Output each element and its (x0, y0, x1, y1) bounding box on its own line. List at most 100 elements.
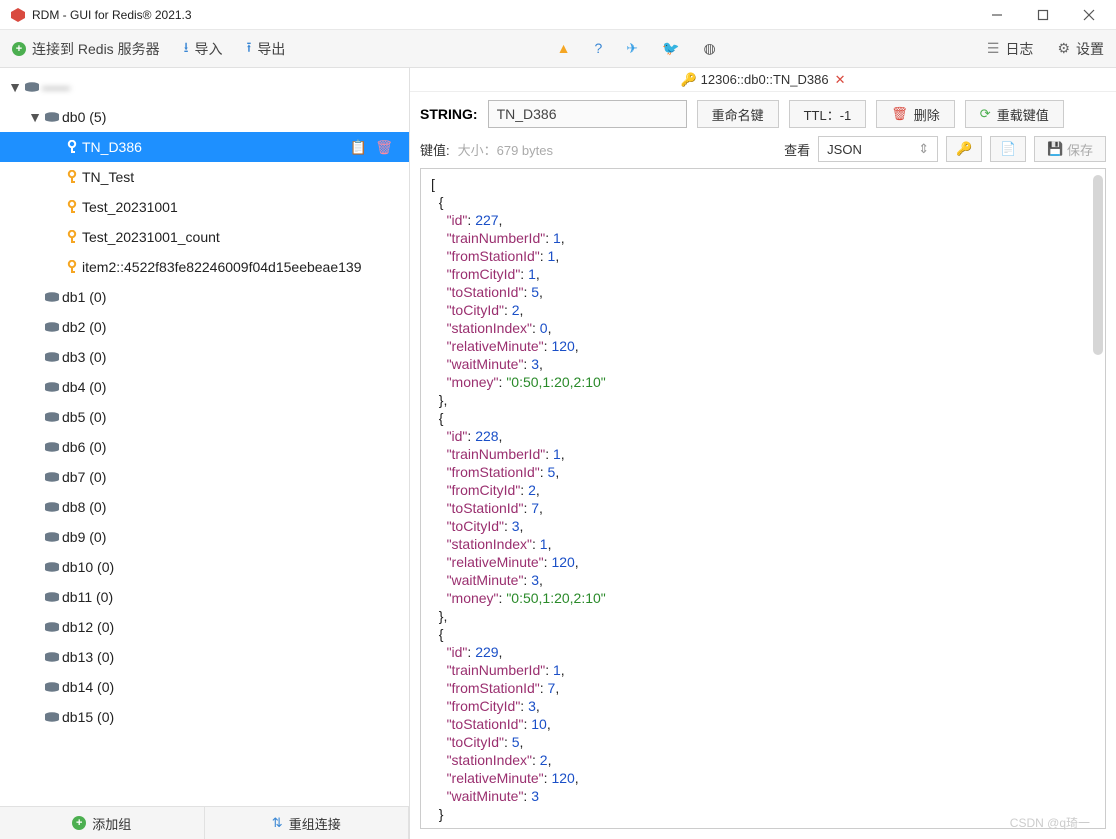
plus-icon: + (72, 816, 86, 830)
settings-button[interactable]: ⚙ 设置 (1057, 39, 1104, 59)
top-toolbar: + 连接到 Redis 服务器 ⭳ 导入 ⭱ 导出 ▲ ? ✈ 🐦 ◍ ☰ 日志… (0, 30, 1116, 68)
import-icon: ⭳ (184, 37, 189, 61)
import-button[interactable]: ⭳ 导入 (184, 37, 223, 61)
tree-item[interactable]: db3 (0) (0, 342, 409, 372)
tree-item[interactable]: db4 (0) (0, 372, 409, 402)
delete-button[interactable]: 🗑 删除 (876, 100, 955, 128)
tree-item[interactable]: db1 (0) (0, 282, 409, 312)
format-select[interactable]: JSON ⇕ (818, 136, 938, 162)
view-label: 查看 (784, 140, 810, 159)
scrollbar-thumb[interactable] (1093, 175, 1103, 355)
tree-icon (42, 712, 62, 722)
twisty-icon: ▼ (28, 109, 42, 125)
copy-key-button[interactable]: 🔑 (946, 136, 982, 162)
regroup-button[interactable]: ⇅ 重组连接 (205, 807, 410, 839)
tree-item[interactable]: db12 (0) (0, 612, 409, 642)
regroup-icon: ⇅ (272, 815, 283, 831)
regroup-label: 重组连接 (289, 814, 341, 833)
tree-item[interactable]: db13 (0) (0, 642, 409, 672)
tree-item[interactable]: db2 (0) (0, 312, 409, 342)
trash-icon: 🗑 (891, 106, 908, 122)
reload-button[interactable]: ⟳重载键值 (965, 100, 1064, 128)
tree-item[interactable]: item2::4522f83fe82246009f04d15eebeae139 (0, 252, 409, 282)
tree-label: db2 (0) (62, 319, 106, 335)
tree-label: TN_Test (82, 169, 134, 185)
delete-label: 删除 (914, 105, 940, 124)
copy-value-button[interactable]: 📄 (990, 136, 1026, 162)
tree-label: TN_D386 (82, 139, 142, 155)
tree-icon (42, 592, 62, 602)
tree-label: db3 (0) (62, 349, 106, 365)
tree-icon (42, 622, 62, 632)
watermark: CSDN @q琦一 (1010, 814, 1090, 831)
connect-button[interactable]: + 连接到 Redis 服务器 (12, 39, 160, 59)
rename-label: 重命名键 (712, 105, 764, 124)
save-label: 保存 (1067, 140, 1093, 159)
chevron-updown-icon: ⇕ (918, 141, 929, 157)
rename-button[interactable]: 重命名键 (697, 100, 779, 128)
copy-icon[interactable]: 📋 (350, 139, 367, 156)
tree-icon (62, 140, 82, 154)
tree-item[interactable]: db9 (0) (0, 522, 409, 552)
window-minimize-button[interactable] (974, 0, 1020, 30)
tree-label: db13 (0) (62, 649, 114, 665)
tree-item[interactable]: db10 (0) (0, 552, 409, 582)
tree-label: Test_20231001_count (82, 229, 220, 245)
tree-icon (42, 562, 62, 572)
tree-icon (42, 472, 62, 482)
save-icon: 💾 (1047, 141, 1063, 157)
trash-icon[interactable]: 🗑 (375, 139, 393, 156)
tree-item[interactable]: TN_Test (0, 162, 409, 192)
tree-icon (42, 532, 62, 542)
tree-label: db5 (0) (62, 409, 106, 425)
key-type-label: STRING: (420, 106, 478, 122)
tree-item[interactable]: db14 (0) (0, 672, 409, 702)
export-label: 导出 (257, 39, 285, 59)
warning-icon[interactable]: ▲ (557, 40, 571, 57)
tree-icon (42, 502, 62, 512)
tree-label: db8 (0) (62, 499, 106, 515)
tree-item[interactable]: db6 (0) (0, 432, 409, 462)
tree-item[interactable]: db8 (0) (0, 492, 409, 522)
tree-item[interactable]: ▼db0 (5) (0, 102, 409, 132)
gear-icon: ⚙ (1057, 40, 1070, 57)
twitter-icon[interactable]: 🐦 (662, 40, 679, 57)
tree-item[interactable]: db11 (0) (0, 582, 409, 612)
value-editor[interactable]: [ { "id": 227, "trainNumberId": 1, "from… (420, 168, 1106, 829)
tree-item[interactable]: db5 (0) (0, 402, 409, 432)
tree-icon (62, 200, 82, 214)
format-value: JSON (827, 142, 862, 157)
log-button[interactable]: ☰ 日志 (987, 39, 1034, 59)
tree-label: db7 (0) (62, 469, 106, 485)
tree-item[interactable]: Test_20231001 (0, 192, 409, 222)
export-icon: ⭱ (246, 37, 251, 61)
save-button[interactable]: 💾 保存 (1034, 136, 1106, 162)
tree-icon (42, 382, 62, 392)
reload-label: 重载键值 (997, 105, 1049, 124)
tree-label: —— (42, 79, 70, 95)
tree-item[interactable]: Test_20231001_count (0, 222, 409, 252)
tree-item[interactable]: ▼—— (0, 72, 409, 102)
settings-label: 设置 (1076, 39, 1104, 59)
tab-close-icon[interactable]: ✕ (835, 72, 846, 88)
tree-item[interactable]: db7 (0) (0, 462, 409, 492)
tree-icon (62, 260, 82, 274)
key-icon: 🔑 (956, 141, 972, 157)
titlebar: RDM - GUI for Redis® 2021.3 (0, 0, 1116, 30)
tree-key-selected[interactable]: TN_D386 📋 🗑 (0, 132, 409, 162)
key-tab-icon: 🔑 (680, 72, 696, 88)
telegram-icon[interactable]: ✈ (626, 40, 638, 57)
github-icon[interactable]: ◍ (703, 40, 715, 57)
tree-item[interactable]: db15 (0) (0, 702, 409, 732)
add-group-button[interactable]: + 添加组 (0, 807, 205, 839)
tree-icon (42, 322, 62, 332)
help-icon[interactable]: ? (594, 40, 602, 57)
key-name-input[interactable] (488, 100, 687, 128)
tree-icon (42, 652, 62, 662)
window-close-button[interactable] (1066, 0, 1112, 30)
export-button[interactable]: ⭱ 导出 (246, 37, 285, 61)
tree-icon (62, 230, 82, 244)
tree-label: item2::4522f83fe82246009f04d15eebeae139 (82, 259, 361, 275)
ttl-button[interactable]: TTL：-1 (789, 100, 867, 128)
window-maximize-button[interactable] (1020, 0, 1066, 30)
